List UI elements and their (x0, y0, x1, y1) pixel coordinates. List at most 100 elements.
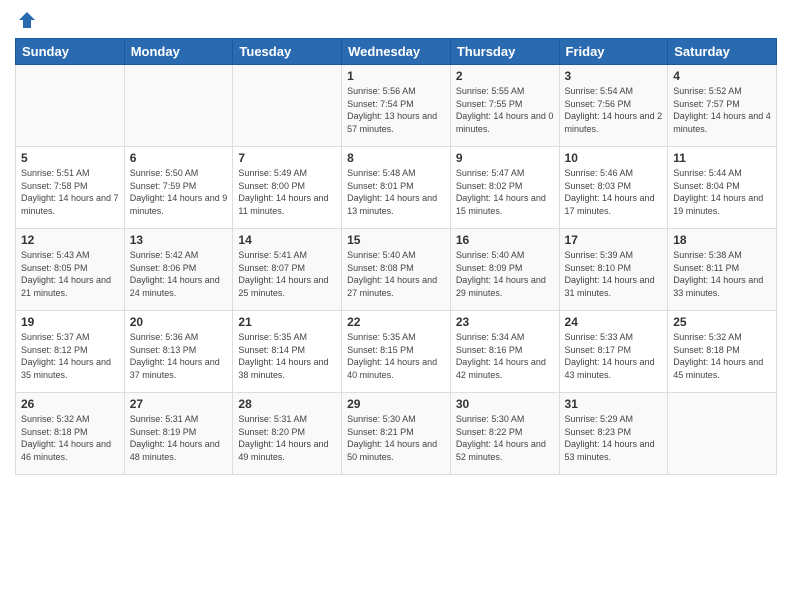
day-number: 2 (456, 69, 554, 83)
day-number: 4 (673, 69, 771, 83)
calendar-cell: 13 Sunrise: 5:42 AM Sunset: 8:06 PM Dayli… (124, 229, 233, 311)
day-number: 17 (565, 233, 663, 247)
calendar-cell: 30 Sunrise: 5:30 AM Sunset: 8:22 PM Dayli… (450, 393, 559, 475)
week-row-4: 19 Sunrise: 5:37 AM Sunset: 8:12 PM Dayli… (16, 311, 777, 393)
cell-info: Sunrise: 5:39 AM Sunset: 8:10 PM Dayligh… (565, 249, 663, 299)
cell-info: Sunrise: 5:54 AM Sunset: 7:56 PM Dayligh… (565, 85, 663, 135)
cell-info: Sunrise: 5:32 AM Sunset: 8:18 PM Dayligh… (673, 331, 771, 381)
weekday-wednesday: Wednesday (342, 39, 451, 65)
weekday-thursday: Thursday (450, 39, 559, 65)
cell-info: Sunrise: 5:34 AM Sunset: 8:16 PM Dayligh… (456, 331, 554, 381)
calendar-cell: 27 Sunrise: 5:31 AM Sunset: 8:19 PM Dayli… (124, 393, 233, 475)
week-row-1: 1 Sunrise: 5:56 AM Sunset: 7:54 PM Daylig… (16, 65, 777, 147)
calendar-cell: 9Sunrise: 5:47 AM Sunset: 8:02 PM Daylig… (450, 147, 559, 229)
calendar-cell: 4 Sunrise: 5:52 AM Sunset: 7:57 PM Daylig… (668, 65, 777, 147)
day-number: 25 (673, 315, 771, 329)
calendar-cell: 5Sunrise: 5:51 AM Sunset: 7:58 PM Daylig… (16, 147, 125, 229)
calendar-cell: 2Sunrise: 5:55 AM Sunset: 7:55 PM Daylig… (450, 65, 559, 147)
cell-info: Sunrise: 5:52 AM Sunset: 7:57 PM Dayligh… (673, 85, 771, 135)
day-number: 23 (456, 315, 554, 329)
calendar-cell: 17 Sunrise: 5:39 AM Sunset: 8:10 PM Dayli… (559, 229, 668, 311)
calendar-cell: 11 Sunrise: 5:44 AM Sunset: 8:04 PM Dayli… (668, 147, 777, 229)
cell-info: Sunrise: 5:38 AM Sunset: 8:11 PM Dayligh… (673, 249, 771, 299)
calendar-cell: 6 Sunrise: 5:50 AM Sunset: 7:59 PM Daylig… (124, 147, 233, 229)
cell-info: Sunrise: 5:56 AM Sunset: 7:54 PM Dayligh… (347, 85, 445, 135)
calendar-cell: 3 Sunrise: 5:54 AM Sunset: 7:56 PM Daylig… (559, 65, 668, 147)
day-number: 3 (565, 69, 663, 83)
day-number: 19 (21, 315, 119, 329)
calendar-cell: 31Sunrise: 5:29 AM Sunset: 8:23 PM Dayli… (559, 393, 668, 475)
calendar-cell: 23 Sunrise: 5:34 AM Sunset: 8:16 PM Dayli… (450, 311, 559, 393)
cell-info: Sunrise: 5:32 AM Sunset: 8:18 PM Dayligh… (21, 413, 119, 463)
header (15, 10, 777, 30)
calendar-cell: 12 Sunrise: 5:43 AM Sunset: 8:05 PM Dayli… (16, 229, 125, 311)
day-number: 18 (673, 233, 771, 247)
day-number: 14 (238, 233, 336, 247)
cell-info: Sunrise: 5:40 AM Sunset: 8:08 PM Dayligh… (347, 249, 445, 299)
calendar-cell: 1 Sunrise: 5:56 AM Sunset: 7:54 PM Daylig… (342, 65, 451, 147)
logo (15, 10, 37, 30)
day-number: 13 (130, 233, 228, 247)
calendar-cell (668, 393, 777, 475)
cell-info: Sunrise: 5:37 AM Sunset: 8:12 PM Dayligh… (21, 331, 119, 381)
day-number: 26 (21, 397, 119, 411)
day-number: 12 (21, 233, 119, 247)
day-number: 30 (456, 397, 554, 411)
calendar-cell: 26 Sunrise: 5:32 AM Sunset: 8:18 PM Dayli… (16, 393, 125, 475)
calendar-cell: 10Sunrise: 5:46 AM Sunset: 8:03 PM Dayli… (559, 147, 668, 229)
calendar-cell: 16 Sunrise: 5:40 AM Sunset: 8:09 PM Dayli… (450, 229, 559, 311)
cell-info: Sunrise: 5:35 AM Sunset: 8:15 PM Dayligh… (347, 331, 445, 381)
calendar-cell (16, 65, 125, 147)
day-number: 16 (456, 233, 554, 247)
cell-info: Sunrise: 5:42 AM Sunset: 8:06 PM Dayligh… (130, 249, 228, 299)
cell-info: Sunrise: 5:47 AM Sunset: 8:02 PM Dayligh… (456, 167, 554, 217)
cell-info: Sunrise: 5:49 AM Sunset: 8:00 PM Dayligh… (238, 167, 336, 217)
cell-info: Sunrise: 5:51 AM Sunset: 7:58 PM Dayligh… (21, 167, 119, 217)
day-number: 1 (347, 69, 445, 83)
cell-info: Sunrise: 5:50 AM Sunset: 7:59 PM Dayligh… (130, 167, 228, 217)
cell-info: Sunrise: 5:35 AM Sunset: 8:14 PM Dayligh… (238, 331, 336, 381)
cell-info: Sunrise: 5:30 AM Sunset: 8:22 PM Dayligh… (456, 413, 554, 463)
calendar-cell: 24Sunrise: 5:33 AM Sunset: 8:17 PM Dayli… (559, 311, 668, 393)
cell-info: Sunrise: 5:44 AM Sunset: 8:04 PM Dayligh… (673, 167, 771, 217)
week-row-3: 12 Sunrise: 5:43 AM Sunset: 8:05 PM Dayli… (16, 229, 777, 311)
cell-info: Sunrise: 5:36 AM Sunset: 8:13 PM Dayligh… (130, 331, 228, 381)
calendar-cell: 28Sunrise: 5:31 AM Sunset: 8:20 PM Dayli… (233, 393, 342, 475)
calendar-cell: 14 Sunrise: 5:41 AM Sunset: 8:07 PM Dayli… (233, 229, 342, 311)
weekday-header-row: SundayMondayTuesdayWednesdayThursdayFrid… (16, 39, 777, 65)
day-number: 21 (238, 315, 336, 329)
calendar-cell: 7 Sunrise: 5:49 AM Sunset: 8:00 PM Daylig… (233, 147, 342, 229)
calendar-cell: 21 Sunrise: 5:35 AM Sunset: 8:14 PM Dayli… (233, 311, 342, 393)
cell-info: Sunrise: 5:43 AM Sunset: 8:05 PM Dayligh… (21, 249, 119, 299)
day-number: 6 (130, 151, 228, 165)
weekday-monday: Monday (124, 39, 233, 65)
day-number: 29 (347, 397, 445, 411)
logo-icon (17, 10, 37, 30)
cell-info: Sunrise: 5:40 AM Sunset: 8:09 PM Dayligh… (456, 249, 554, 299)
day-number: 7 (238, 151, 336, 165)
day-number: 11 (673, 151, 771, 165)
day-number: 20 (130, 315, 228, 329)
weekday-saturday: Saturday (668, 39, 777, 65)
calendar-cell (124, 65, 233, 147)
week-row-5: 26 Sunrise: 5:32 AM Sunset: 8:18 PM Dayli… (16, 393, 777, 475)
calendar-cell: 8Sunrise: 5:48 AM Sunset: 8:01 PM Daylig… (342, 147, 451, 229)
week-row-2: 5Sunrise: 5:51 AM Sunset: 7:58 PM Daylig… (16, 147, 777, 229)
calendar-container: SundayMondayTuesdayWednesdayThursdayFrid… (0, 0, 792, 612)
cell-info: Sunrise: 5:41 AM Sunset: 8:07 PM Dayligh… (238, 249, 336, 299)
day-number: 31 (565, 397, 663, 411)
calendar-cell: 20 Sunrise: 5:36 AM Sunset: 8:13 PM Dayli… (124, 311, 233, 393)
calendar-cell: 22 Sunrise: 5:35 AM Sunset: 8:15 PM Dayli… (342, 311, 451, 393)
cell-info: Sunrise: 5:46 AM Sunset: 8:03 PM Dayligh… (565, 167, 663, 217)
weekday-tuesday: Tuesday (233, 39, 342, 65)
calendar-cell: 15 Sunrise: 5:40 AM Sunset: 8:08 PM Dayli… (342, 229, 451, 311)
day-number: 24 (565, 315, 663, 329)
cell-info: Sunrise: 5:31 AM Sunset: 8:19 PM Dayligh… (130, 413, 228, 463)
day-number: 8 (347, 151, 445, 165)
calendar-table: SundayMondayTuesdayWednesdayThursdayFrid… (15, 38, 777, 475)
day-number: 22 (347, 315, 445, 329)
weekday-sunday: Sunday (16, 39, 125, 65)
day-number: 27 (130, 397, 228, 411)
day-number: 15 (347, 233, 445, 247)
calendar-cell: 29Sunrise: 5:30 AM Sunset: 8:21 PM Dayli… (342, 393, 451, 475)
